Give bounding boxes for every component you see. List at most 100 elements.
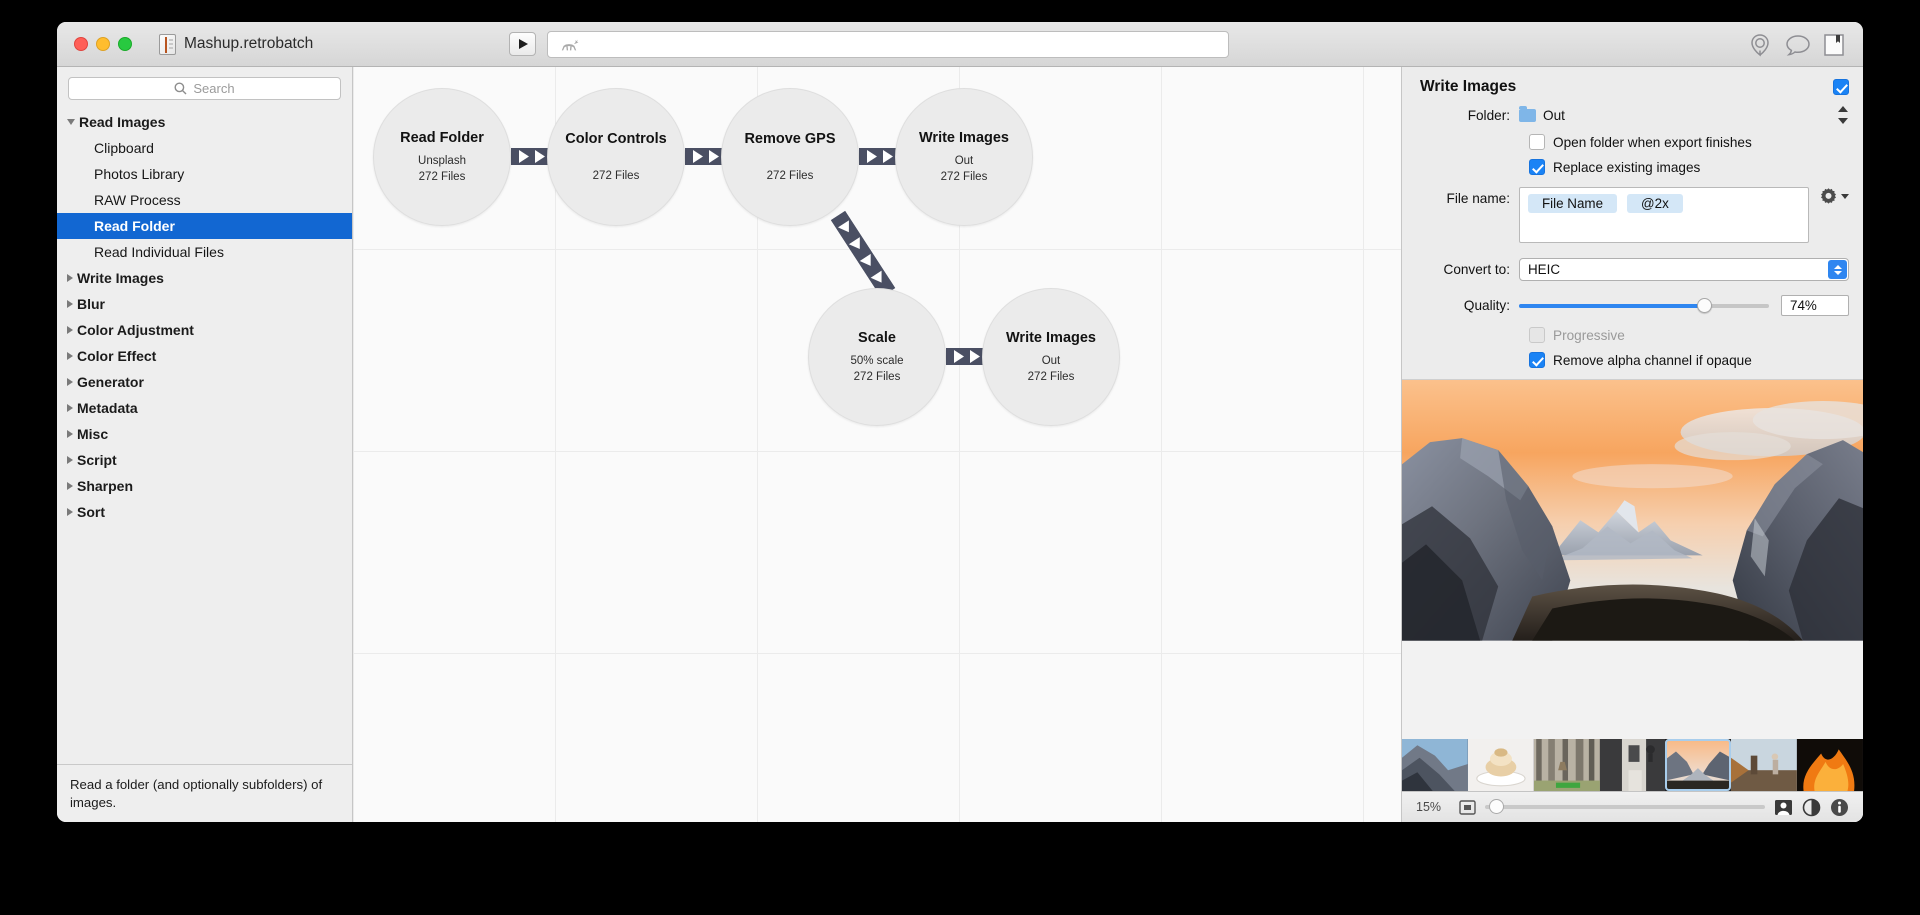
sidebar-item-label: Photos Library xyxy=(94,166,184,182)
zoom-slider-knob[interactable] xyxy=(1489,799,1504,814)
node-scale[interactable]: Scale 50% scale 272 Files xyxy=(808,288,946,426)
info-icon[interactable] xyxy=(1830,798,1849,817)
sidebar-group-sort[interactable]: Sort xyxy=(57,499,352,525)
node-title: Read Folder xyxy=(400,131,484,147)
token-at2x[interactable]: @2x xyxy=(1627,194,1683,213)
sidebar-item-raw-process[interactable]: RAW Process xyxy=(57,187,352,213)
replace-existing-checkbox[interactable] xyxy=(1529,159,1545,175)
sidebar-group-misc[interactable]: Misc xyxy=(57,421,352,447)
inspector-panel: Write Images Folder: Out Open folder whe… xyxy=(1401,67,1863,822)
thumbnail-el-capitan[interactable] xyxy=(1402,739,1468,791)
sidebar-group-metadata[interactable]: Metadata xyxy=(57,395,352,421)
preview-area: 15% xyxy=(1402,380,1863,822)
progressive-checkbox[interactable] xyxy=(1529,327,1545,343)
sidebar-group-blur[interactable]: Blur xyxy=(57,291,352,317)
chevron-right-icon xyxy=(67,274,73,282)
fit-to-window-icon[interactable] xyxy=(1459,800,1476,815)
node-title: Write Images xyxy=(919,131,1009,147)
replace-existing-label: Replace existing images xyxy=(1553,160,1700,175)
quality-slider-knob[interactable] xyxy=(1697,298,1712,313)
actual-size-icon[interactable] xyxy=(1774,799,1793,816)
person-dock-thumb xyxy=(1731,739,1797,791)
thumbnail-pastry[interactable] xyxy=(1468,739,1534,791)
sidebar-group-generator[interactable]: Generator xyxy=(57,369,352,395)
thumbnail-yosemite[interactable] xyxy=(1665,739,1731,791)
sidebar-group-read-images[interactable]: Read Images xyxy=(57,109,352,135)
remove-alpha-row: Remove alpha channel if opaque xyxy=(1402,350,1863,370)
sidebar-group-label: Sort xyxy=(77,504,105,520)
sidebar-search-wrap: Search xyxy=(57,67,352,109)
maximize-button[interactable] xyxy=(118,37,132,51)
sidebar-item-read-individual-files[interactable]: Read Individual Files xyxy=(57,239,352,265)
contrast-icon[interactable] xyxy=(1802,798,1821,817)
deer-icon xyxy=(558,36,580,54)
folder-stepper[interactable] xyxy=(1837,105,1849,125)
thumbnail-forest-deer[interactable] xyxy=(1534,739,1600,791)
node-remove-gps[interactable]: Remove GPS 272 Files xyxy=(721,88,859,226)
quality-slider[interactable] xyxy=(1519,304,1769,308)
sidebar-group-label: Metadata xyxy=(77,400,138,416)
chevron-down-icon xyxy=(1841,194,1849,199)
forest-deer-thumb xyxy=(1534,739,1600,791)
library-icon[interactable] xyxy=(1823,32,1845,58)
zoom-slider[interactable] xyxy=(1485,805,1765,809)
node-title: Color Controls xyxy=(565,132,667,148)
title-bar: Mashup.retrobatch xyxy=(57,22,1863,67)
node-subtitle: Unsplash xyxy=(418,155,466,167)
comment-icon[interactable] xyxy=(1785,33,1811,57)
thumbnail-lantern[interactable] xyxy=(1600,739,1666,791)
sidebar-group-write-images[interactable]: Write Images xyxy=(57,265,352,291)
file-name-options-button[interactable] xyxy=(1819,187,1849,206)
node-title: Remove GPS xyxy=(744,132,835,148)
sidebar-description: Read a folder (and optionally subfolders… xyxy=(57,764,352,822)
chevron-down-icon xyxy=(67,119,75,125)
thumbnail-person-dock[interactable] xyxy=(1731,739,1797,791)
node-enabled-checkbox[interactable] xyxy=(1833,79,1849,95)
sidebar-group-label: Read Images xyxy=(79,114,165,130)
window-controls xyxy=(74,37,132,51)
quality-value-field[interactable]: 74% xyxy=(1781,295,1849,316)
convert-to-label: Convert to: xyxy=(1420,262,1510,277)
sidebar-item-read-folder[interactable]: Read Folder xyxy=(57,213,352,239)
run-button[interactable] xyxy=(509,32,536,56)
node-subtitle: Out xyxy=(955,155,974,167)
node-count: 272 Files xyxy=(767,170,814,182)
location-icon[interactable] xyxy=(1747,32,1773,58)
folder-value[interactable]: Out xyxy=(1543,108,1565,123)
document-icon xyxy=(159,34,176,55)
sidebar-item-label: Read Individual Files xyxy=(94,244,224,260)
sidebar-group-sharpen[interactable]: Sharpen xyxy=(57,473,352,499)
minimize-button[interactable] xyxy=(96,37,110,51)
close-button[interactable] xyxy=(74,37,88,51)
screen: Mashup.retrobatch xyxy=(0,0,1920,915)
thumbnail-filmstrip[interactable] xyxy=(1402,739,1863,791)
zoom-level-label: 15% xyxy=(1416,800,1450,814)
progressive-label: Progressive xyxy=(1553,328,1625,343)
file-name-input[interactable]: File Name @2x xyxy=(1519,187,1809,243)
sidebar-item-label: Clipboard xyxy=(94,140,154,156)
preview-image-container[interactable] xyxy=(1402,380,1863,739)
sidebar-item-photos-library[interactable]: Photos Library xyxy=(57,161,352,187)
workflow-canvas[interactable]: Read Folder Unsplash 272 Files Color Con… xyxy=(353,67,1401,822)
sidebar-item-label: Read Folder xyxy=(94,218,175,234)
convert-to-row: Convert to: HEIC xyxy=(1402,256,1863,283)
sidebar-group-color-effect[interactable]: Color Effect xyxy=(57,343,352,369)
node-read-folder[interactable]: Read Folder Unsplash 272 Files xyxy=(373,88,511,226)
sidebar-group-color-adjustment[interactable]: Color Adjustment xyxy=(57,317,352,343)
search-input[interactable]: Search xyxy=(68,77,341,100)
toolbar-search-field[interactable] xyxy=(547,31,1229,58)
folder-icon xyxy=(1519,109,1536,122)
sidebar-group-script[interactable]: Script xyxy=(57,447,352,473)
progressive-row: Progressive xyxy=(1402,325,1863,345)
open-folder-row: Open folder when export finishes xyxy=(1402,132,1863,152)
remove-alpha-checkbox[interactable] xyxy=(1529,352,1545,368)
token-file-name[interactable]: File Name xyxy=(1528,194,1617,213)
thumbnail-fire[interactable] xyxy=(1797,739,1863,791)
node-write-images-top[interactable]: Write Images Out 272 Files xyxy=(895,88,1033,226)
preview-toolbar: 15% xyxy=(1402,791,1863,822)
node-color-controls[interactable]: Color Controls 272 Files xyxy=(547,88,685,226)
open-folder-checkbox[interactable] xyxy=(1529,134,1545,150)
node-write-images-bottom[interactable]: Write Images Out 272 Files xyxy=(982,288,1120,426)
convert-to-select[interactable]: HEIC xyxy=(1519,258,1849,281)
sidebar-item-clipboard[interactable]: Clipboard xyxy=(57,135,352,161)
